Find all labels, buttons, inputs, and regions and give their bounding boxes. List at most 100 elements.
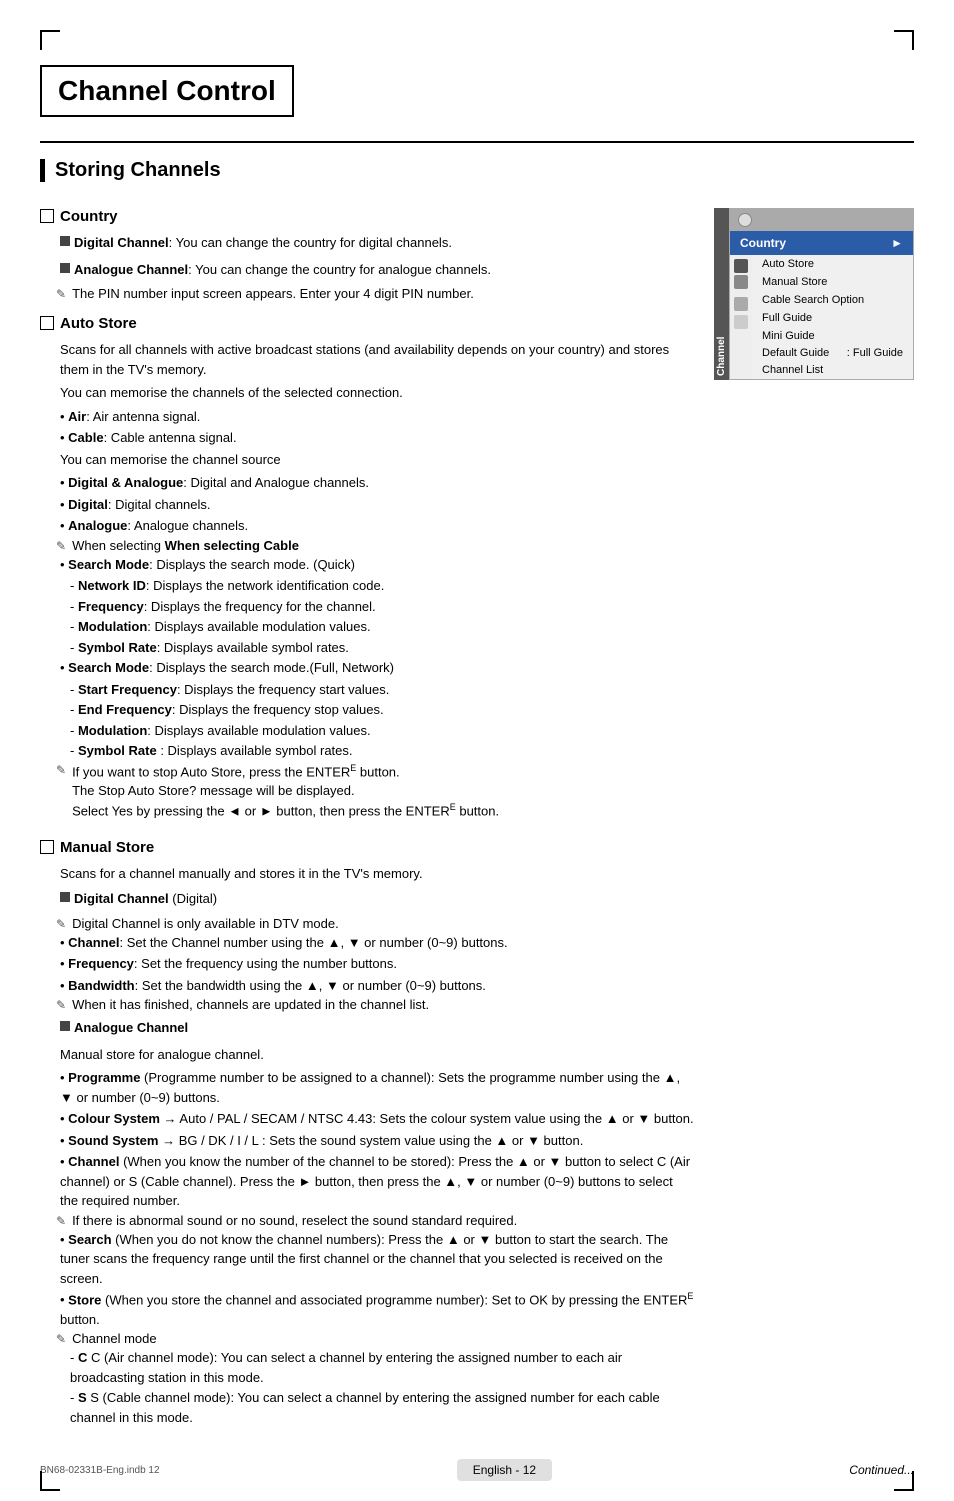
analogue-channel-manual: Analogue Channel [74,1018,188,1038]
menu-item-channel-list[interactable]: Channel List [752,361,913,379]
channel-mode-c: C C (Air channel mode): You can select a… [70,1348,694,1387]
page-footer: BN68-02331B-Eng.indb 12 English - 12 Con… [40,1459,914,1481]
channel-mode-label: Channel mode [72,1331,157,1346]
note-icon5: ✎ [56,998,66,1012]
frequency-item: Frequency: Set the frequency using the n… [60,954,694,974]
left-icons [730,255,752,379]
default-guide-label: Default Guide [762,347,829,359]
bottom-left-corner [40,1471,60,1491]
digital-channel-text: Digital Channel: You can change the coun… [74,233,452,253]
section-title: Storing Channels [40,159,914,182]
main-content: Country Digital Channel: You can change … [40,198,694,1441]
note-icon3: ✎ [56,763,66,825]
note-icon: ✎ [56,287,66,301]
modulation1: Modulation: Displays available modulatio… [70,617,694,637]
sidebar-ui: Channel Country ► [714,208,914,1441]
bandwidth-item: Bandwidth: Set the bandwidth using the ▲… [60,976,694,996]
country-title: Country [60,208,118,225]
checkbox-icon2 [40,316,54,330]
frequency1: Frequency: Displays the frequency for th… [70,597,694,617]
search-mode2: Search Mode: Displays the search mode.(F… [60,658,694,678]
menu-content: Auto Store Manual Store Cable Search Opt… [730,255,913,379]
dtv-note-text: Digital Channel is only available in DTV… [72,916,339,931]
analogue-item: Analogue: Analogue channels. [60,516,694,536]
auto-store-desc3: You can memorise the channel source [60,450,694,470]
icon1 [734,259,748,273]
search-mode1: Search Mode: Displays the search mode. (… [60,555,694,575]
auto-store-title-row: Auto Store [40,315,694,332]
end-freq: End Frequency: Displays the frequency st… [70,700,694,720]
digital-channel-row: Digital Channel: You can change the coun… [60,233,694,257]
icon4 [734,315,748,329]
menu-item-cable-search[interactable]: Cable Search Option [752,291,913,309]
start-freq: Start Frequency: Displays the frequency … [70,680,694,700]
menu-item-auto-store[interactable]: Auto Store [752,255,913,273]
square-bullet4 [60,1021,70,1031]
note-icon2: ✎ [56,539,66,553]
when-cable-text: When selecting When selecting Cable [72,538,299,553]
programme-item: Programme (Programme number to be assign… [60,1068,694,1107]
square-bullet [60,236,70,246]
note-icon6: ✎ [56,1214,66,1228]
symbol-rate1: Symbol Rate: Displays available symbol r… [70,638,694,658]
content-area: Country Digital Channel: You can change … [40,198,914,1441]
channel-mode-note: ✎ Channel mode [56,1331,694,1346]
analogue-manual-desc: Manual store for analogue channel. [60,1045,694,1065]
sound-note: ✎ If there is abnormal sound or no sound… [56,1213,694,1228]
checkbox-icon3 [40,840,54,854]
corner-marks [40,30,914,50]
square-bullet2 [60,263,70,273]
auto-store-desc1: Scans for all channels with active broad… [60,340,694,379]
default-guide-value: : Full Guide [847,347,903,359]
manual-store-desc: Scans for a channel manually and stores … [60,864,694,884]
dtv-note: ✎ Digital Channel is only available in D… [56,916,694,931]
menu-item-full-guide[interactable]: Full Guide [752,309,913,327]
checkbox-icon [40,209,54,223]
footer-page: English - 12 [457,1459,552,1481]
note-icon4: ✎ [56,917,66,931]
channel-label: Channel [714,208,729,380]
menu-header: Country ► [730,231,913,255]
updated-note: ✎ When it has finished, channels are upd… [56,997,694,1012]
search-item: Search (When you do not know the channel… [60,1230,694,1289]
auto-note1-text: If you want to stop Auto Store, press th… [72,762,499,821]
menu-item-mini-guide[interactable]: Mini Guide [752,327,913,345]
menu-item-default-guide[interactable]: Default Guide : Full Guide [752,345,913,361]
tv-icon [738,213,752,227]
square-bullet3 [60,892,70,902]
digital-item: Digital: Digital channels. [60,495,694,515]
top-right-corner [894,30,914,50]
icon2 [734,275,748,289]
analogue-channel-text: Analogue Channel: You can change the cou… [74,260,491,280]
digital-channel-manual: Digital Channel (Digital) [74,889,217,909]
digital-channel-manual-row: Digital Channel (Digital) [60,889,694,913]
menu-arrow-icon: ► [891,236,903,250]
cable-item: Cable: Cable antenna signal. [60,428,694,448]
menu-header-label: Country [740,236,786,250]
menu-items-list: Auto Store Manual Store Cable Search Opt… [752,255,913,379]
auto-store-section: Auto Store Scans for all channels with a… [40,315,694,825]
country-note: ✎ The PIN number input screen appears. E… [56,286,694,301]
menu-icon-group [738,213,752,227]
channel-mode-s: S S (Cable channel mode): You can select… [70,1388,694,1427]
bottom-right-corner [894,1471,914,1491]
modulation2: Modulation: Displays available modulatio… [70,721,694,741]
sidebar-wrapper: Channel Country ► [714,208,914,380]
analogue-channel-manual-row: Analogue Channel [60,1018,694,1042]
updated-note-text: When it has finished, channels are updat… [72,997,429,1012]
auto-store-title: Auto Store [60,315,137,332]
da-item: Digital & Analogue: Digital and Analogue… [60,473,694,493]
manual-store-title-row: Manual Store [40,839,694,856]
note-icon7: ✎ [56,1332,66,1346]
top-left-corner [40,30,60,50]
menu-item-manual-store[interactable]: Manual Store [752,273,913,291]
channel-item: Channel: Set the Channel number using th… [60,933,694,953]
country-title-row: Country [40,208,694,225]
analogue-channel-row: Analogue Channel: You can change the cou… [60,260,694,284]
manual-store-title: Manual Store [60,839,154,856]
when-cable-note: ✎ When selecting When selecting Cable [56,538,694,553]
network-id: Network ID: Displays the network identif… [70,576,694,596]
section-divider [40,141,914,143]
channel2-item: Channel (When you know the number of the… [60,1152,694,1211]
symbol-rate2: Symbol Rate : Displays available symbol … [70,741,694,761]
